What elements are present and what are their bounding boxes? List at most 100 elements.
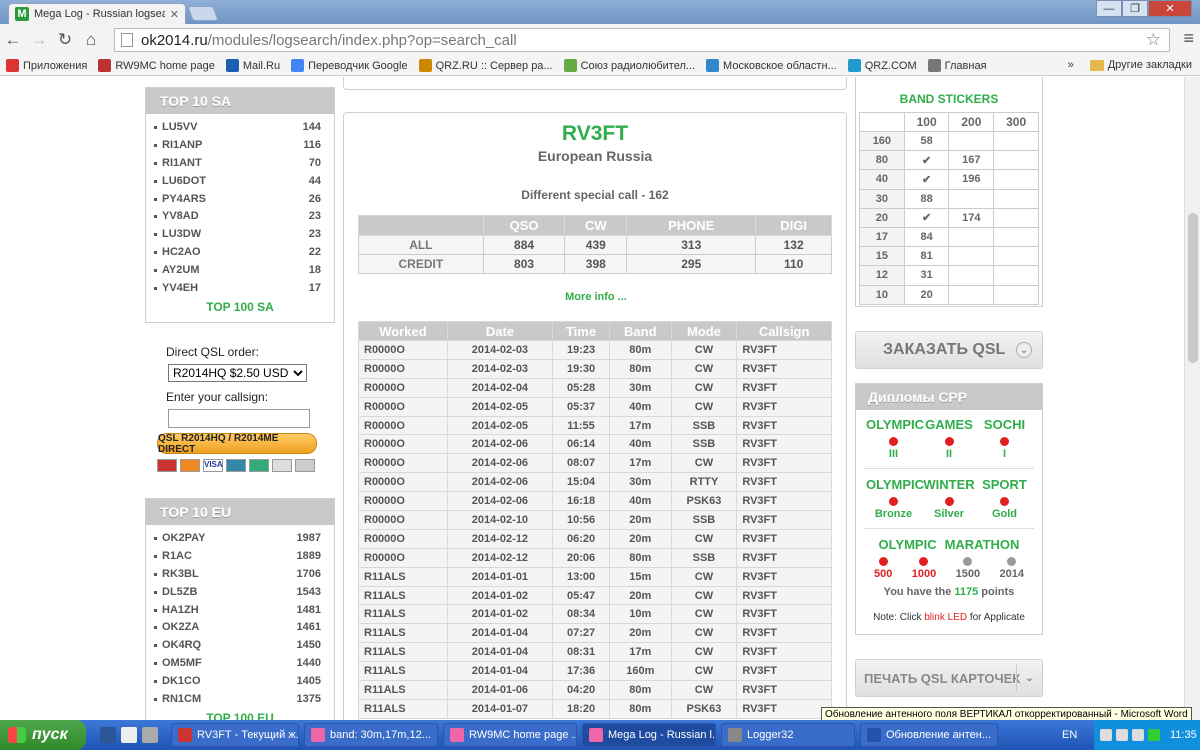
more-info-link[interactable]: More info ... xyxy=(344,291,848,303)
log-header[interactable]: Band xyxy=(609,321,672,341)
top-list-row[interactable]: LU6DOT 44 xyxy=(154,172,326,190)
back-icon[interactable]: ← xyxy=(0,27,26,53)
language-indicator[interactable]: EN xyxy=(1062,729,1077,741)
qsl-direct-button[interactable]: QSL R2014HQ / R2014ME DIRECT xyxy=(157,433,317,455)
top-list-row[interactable]: DL5ZB 1543 xyxy=(154,583,326,601)
chevron-down-icon: ⌄ xyxy=(1016,342,1032,358)
led-icon[interactable] xyxy=(1007,557,1017,566)
order-qsl-button[interactable]: ЗАКАЗАТЬ QSL ⌄ xyxy=(855,331,1043,369)
band-cell: 40 xyxy=(859,169,905,190)
close-window-button[interactable]: ✕ xyxy=(1148,0,1192,17)
page-scrollbar[interactable] xyxy=(1184,77,1200,720)
led-icon[interactable] xyxy=(944,437,954,446)
top-list-row[interactable]: HA1ZH 1481 xyxy=(154,601,326,619)
log-cell: CW xyxy=(670,358,738,379)
top-list-row[interactable]: RI1ANT 70 xyxy=(154,154,326,172)
led-icon[interactable] xyxy=(889,437,898,446)
top-list-row[interactable]: AY2UM 18 xyxy=(154,261,326,279)
top-list-row[interactable]: HC2AO 22 xyxy=(154,243,326,261)
clock[interactable]: 11:35 xyxy=(1170,729,1197,741)
diploma-group-marathon: 500 1000 1500 2014 xyxy=(856,552,1042,580)
top-list-row[interactable]: YV8AD 23 xyxy=(154,207,326,225)
bookmark-item[interactable]: Московское областн... xyxy=(706,59,837,72)
top-list-row[interactable]: LU5VV 144 xyxy=(154,118,326,136)
close-icon[interactable]: ✕ xyxy=(170,8,179,21)
top-list-row[interactable]: RK3BL 1706 xyxy=(154,565,326,583)
log-cell: SSB xyxy=(670,510,738,530)
top-list-row[interactable]: RI1ANP 116 xyxy=(154,136,326,154)
bookmark-item[interactable]: QRZ.COM xyxy=(847,59,917,72)
log-header[interactable]: Callsign xyxy=(736,321,832,341)
led-icon[interactable] xyxy=(944,497,954,506)
bookmark-star-icon[interactable]: ☆ xyxy=(1146,30,1161,50)
maximize-button[interactable]: ❐ xyxy=(1122,0,1148,17)
top-list-row[interactable]: DK1CO 1405 xyxy=(154,672,326,690)
minimize-button[interactable]: — xyxy=(1096,0,1122,17)
log-cell: R11ALS xyxy=(358,661,448,682)
url-path: /modules/logsearch/index.php?op=search_c… xyxy=(207,31,517,49)
callsign: OK2PAY xyxy=(154,532,205,544)
menu-icon[interactable]: ≡ xyxy=(1183,28,1194,49)
led-icon[interactable] xyxy=(1000,437,1009,446)
top-list-row[interactable]: OK4RQ 1450 xyxy=(154,636,326,654)
top-list-row[interactable]: LU3DW 23 xyxy=(154,225,326,243)
log-header[interactable]: Worked xyxy=(358,321,448,341)
log-cell: R0000O xyxy=(358,472,448,493)
bookmark-item[interactable]: Приложения xyxy=(6,59,87,72)
tray-icon[interactable] xyxy=(1148,729,1160,741)
scrollbar-thumb[interactable] xyxy=(1188,213,1198,363)
taskbar-button[interactable]: RW9MC home page ... xyxy=(443,723,577,747)
log-header[interactable]: Time xyxy=(551,321,611,341)
chrome-icon[interactable] xyxy=(121,727,137,743)
top-list-row[interactable]: YV4EH 17 xyxy=(154,279,326,297)
log-cell: RV3FT xyxy=(736,566,832,587)
log-header[interactable]: Mode xyxy=(670,321,738,341)
bookmark-item[interactable]: Mail.Ru xyxy=(225,59,280,72)
top-100-eu-link[interactable]: TOP 100 EU xyxy=(146,711,334,720)
new-tab-button[interactable] xyxy=(187,6,219,21)
top-list-row[interactable]: OM5MF 1440 xyxy=(154,654,326,672)
taskbar-button[interactable]: band: 30m,17m,12... xyxy=(304,723,438,747)
taskbar-button[interactable]: Обновление антен... xyxy=(860,723,998,747)
media-icon[interactable] xyxy=(142,727,158,743)
bookmark-item[interactable]: Союз радиолюбител... xyxy=(563,59,695,72)
led-icon[interactable] xyxy=(919,557,929,566)
log-cell: 2014-01-04 xyxy=(446,661,553,682)
forward-icon[interactable]: → xyxy=(26,27,52,53)
volume-icon[interactable] xyxy=(1132,729,1144,741)
top-list-row[interactable]: OK2PAY 1987 xyxy=(154,529,326,547)
top-list-row[interactable]: PY4ARS 26 xyxy=(154,190,326,208)
bookmark-item[interactable]: RW9MC home page xyxy=(98,59,215,72)
top-eu-panel: TOP 10 EU OK2PAY 1987 R1AC 1889 RK3BL 1706 DL5… xyxy=(145,498,335,720)
bookmark-item[interactable]: QRZ.RU :: Сервер ра... xyxy=(418,59,553,72)
taskbar-button[interactable]: Mega Log - Russian l... xyxy=(582,723,716,747)
overflow-chevron[interactable]: » xyxy=(1068,59,1074,71)
blink-led-link[interactable]: blink LED xyxy=(924,612,967,623)
led-icon[interactable] xyxy=(889,497,898,506)
print-qsl-button[interactable]: ПЕЧАТЬ QSL КАРТОЧЕК ⌄ xyxy=(855,659,1043,697)
top-list-row[interactable]: OK2ZA 1461 xyxy=(154,618,326,636)
led-icon[interactable] xyxy=(963,557,973,566)
top-list-row[interactable]: R1AC 1889 xyxy=(154,547,326,565)
help-icon[interactable] xyxy=(1100,729,1112,741)
taskbar-button[interactable]: Logger32 xyxy=(721,723,855,747)
address-bar[interactable]: ok2014.ru/modules/logsearch/index.php?op… xyxy=(114,28,1170,52)
callsign: PY4ARS xyxy=(154,193,206,205)
callsign-input[interactable] xyxy=(168,409,310,428)
other-bookmarks[interactable]: » Другие закладки xyxy=(1068,59,1192,71)
top-list-row[interactable]: RN1CM 1375 xyxy=(154,690,326,708)
start-button[interactable]: пуск xyxy=(0,720,86,750)
reload-icon[interactable]: ↻ xyxy=(52,27,78,53)
bookmark-item[interactable]: Главная xyxy=(927,59,987,72)
led-icon[interactable] xyxy=(1000,497,1009,506)
network-icon[interactable] xyxy=(1116,729,1128,741)
word-icon[interactable] xyxy=(100,727,116,743)
bookmark-item[interactable]: Переводчик Google xyxy=(291,59,408,72)
taskbar-button[interactable]: RV3FT - Текущий ж... xyxy=(171,723,299,747)
top-100-sa-link[interactable]: TOP 100 SA xyxy=(146,300,334,314)
browser-tab[interactable]: M Mega Log - Russian logsearch ✕ xyxy=(8,3,186,24)
qsl-price-select[interactable]: R2014HQ $2.50 USD xyxy=(168,364,307,382)
home-icon[interactable]: ⌂ xyxy=(78,27,104,53)
led-icon[interactable] xyxy=(878,557,888,566)
log-header[interactable]: Date xyxy=(446,321,553,341)
